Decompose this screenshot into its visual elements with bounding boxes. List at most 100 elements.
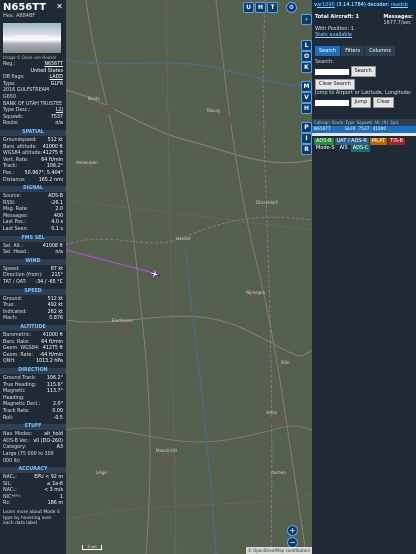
map-button-p-6[interactable]: P — [301, 122, 312, 133]
map-button-v-4[interactable]: V — [301, 92, 312, 103]
search-panel: Search: Search Clear Search Jump to Airp… — [312, 56, 416, 111]
row-label[interactable]: Roll: — [3, 416, 13, 423]
row-value: 106.2° — [46, 375, 63, 381]
row-value: 512 kt — [47, 137, 63, 143]
source-badge: UAT / ADS-R — [334, 138, 369, 145]
jump-label: Jump to Airport or Latitude, Longitude: — [315, 90, 412, 96]
row-label[interactable]: 2016 GULFSTREAM G650 — [3, 88, 63, 101]
row-label[interactable]: Barometric: — [3, 333, 31, 340]
row-label[interactable]: QNH: — [3, 359, 16, 366]
clear-button[interactable]: Clear — [372, 97, 394, 108]
map-label-town: Hasselt — [176, 236, 191, 241]
row-label[interactable]: Sel. Head.: — [3, 250, 29, 257]
column-header[interactable]: Spd. — [390, 120, 399, 125]
row-label[interactable]: Ground Track: — [3, 376, 36, 383]
row-label[interactable]: NACₚ: — [3, 475, 17, 482]
aircraft-info-panel: N656TT Hex: A884BF ✕ Image © Dave van Ho… — [0, 0, 67, 554]
row-label[interactable]: Track: — [3, 164, 17, 171]
aircraft-callsign: N656TT — [3, 2, 47, 13]
column-header[interactable]: Route — [332, 120, 344, 125]
direction-row: Track Rate: 0.00 — [0, 409, 66, 416]
table-row[interactable]: N656TT GLF6 7537 41000 — [312, 126, 416, 133]
settings-icon[interactable]: ⚙ — [286, 2, 297, 13]
table-cell — [334, 127, 342, 132]
row-label[interactable]: Pos.: — [3, 171, 14, 178]
jump-button[interactable]: Jump — [350, 97, 372, 108]
row-value: n/a — [55, 250, 63, 256]
row-label[interactable]: Route: — [3, 121, 19, 128]
readsb-link[interactable]: readsb — [391, 2, 408, 8]
row-label[interactable]: Rᴄ: — [3, 501, 11, 508]
source-legend: ADS-B UAT / ADS-R MLAT TIS-B Mode-S AIS ADS-C — [312, 136, 416, 154]
column-header[interactable]: Callsign — [314, 120, 330, 125]
row-label[interactable]: True: — [3, 303, 15, 310]
row-label[interactable]: Type Desc.: — [3, 108, 30, 115]
map-label-town: Düsseldorf — [256, 200, 278, 205]
row-label[interactable]: Track Rate: — [3, 409, 30, 416]
column-header[interactable]: Type — [345, 120, 354, 125]
map-attribution[interactable]: © OpenStreetMap contributors — [245, 547, 312, 554]
map-button-t[interactable]: T — [267, 2, 278, 13]
map-view[interactable]: Breda Tilburg Eindhoven Nijmegen Venlo Maastr… — [66, 0, 312, 554]
map-button-r-8[interactable]: R — [301, 144, 312, 155]
stats-link[interactable]: Stats available — [315, 32, 413, 38]
row-label[interactable]: Nav. Modes: — [3, 432, 32, 439]
row-label[interactable]: Last Seen: — [3, 227, 28, 234]
close-icon[interactable]: ✕ — [56, 2, 63, 11]
row-label[interactable]: Large (75 000 to 300 000 lb) — [3, 452, 63, 465]
row-label[interactable]: TAT / OAT: — [3, 280, 27, 287]
map-button-l-0[interactable]: L — [301, 40, 312, 51]
footer-text: Learn more about Mode S type by hovering… — [3, 510, 60, 527]
row-label[interactable]: Msg. Rate: — [3, 207, 28, 214]
row-label[interactable]: Groundspeed: — [3, 138, 37, 145]
row-value: 492 kt — [47, 303, 63, 309]
table-cell: 7537 — [358, 127, 370, 132]
row-label[interactable]: Reg.: — [3, 62, 15, 69]
clear-search-button[interactable]: Clear Search — [315, 79, 355, 90]
row-label[interactable]: Distance: — [3, 178, 26, 185]
section-altitude: ALTITUDE — [0, 325, 66, 331]
row-label[interactable]: DB flags: — [3, 75, 25, 82]
map-button-h-5[interactable]: H — [301, 103, 312, 114]
map-button-k-2[interactable]: K — [301, 62, 312, 73]
column-header[interactable]: Squawk — [357, 120, 373, 125]
row-label[interactable]: Magnetic Heading: — [3, 389, 47, 402]
map-button-u[interactable]: U — [243, 2, 254, 13]
version-rest: (3.14.1784) decoder: — [334, 2, 391, 8]
chevron-right-icon[interactable]: › — [301, 14, 312, 25]
column-header[interactable]: Alt. (ft) — [374, 120, 388, 125]
row-value: n/a — [55, 121, 63, 127]
row-value: 0.1 s — [51, 227, 63, 233]
tab-filters[interactable]: Filters — [341, 46, 365, 56]
row-label[interactable]: Geom. WGS84: — [3, 346, 40, 353]
speed-row: Mach: 0.876 — [0, 316, 66, 323]
scale-bar: 5 nm — [82, 545, 102, 550]
row-value: N656TT — [44, 62, 63, 67]
map-button-o-1[interactable]: O — [301, 51, 312, 62]
row-label[interactable]: Category: — [3, 445, 26, 452]
signal-row: Source: ADS-B — [0, 194, 66, 201]
jump-input[interactable] — [315, 99, 349, 106]
aircraft-photo[interactable] — [3, 23, 61, 53]
search-input[interactable] — [315, 68, 349, 75]
version-link[interactable]: ar1090 — [317, 2, 335, 8]
map-button-i-7[interactable]: I — [301, 133, 312, 144]
row-label[interactable]: WGS84 altitude: — [3, 151, 42, 158]
row-label[interactable]: Mach: — [3, 316, 17, 323]
stuff-row: Large (75 000 to 300 000 lb) — [0, 452, 66, 465]
zoom-in-button[interactable]: + — [287, 525, 298, 536]
info-row: Route: n/a — [0, 121, 66, 128]
search-button[interactable]: Search — [350, 66, 376, 77]
row-label[interactable]: Source: — [3, 194, 21, 201]
table-cell: 41000 — [372, 127, 387, 132]
map-button-h[interactable]: H — [255, 2, 266, 13]
tab-columns[interactable]: Columns — [365, 46, 395, 56]
map-button-m-3[interactable]: M — [301, 81, 312, 92]
row-label[interactable]: Magnetic Decl.: — [3, 402, 40, 409]
tab-search[interactable]: Search — [315, 46, 341, 56]
source-badge: ADS-C — [350, 145, 371, 152]
section-spatial: SPATIAL — [0, 129, 66, 136]
table-cell: GLF6 — [344, 127, 356, 132]
section-stuff: STUFF — [0, 424, 66, 431]
row-label[interactable]: NACᵥ: — [3, 488, 17, 495]
